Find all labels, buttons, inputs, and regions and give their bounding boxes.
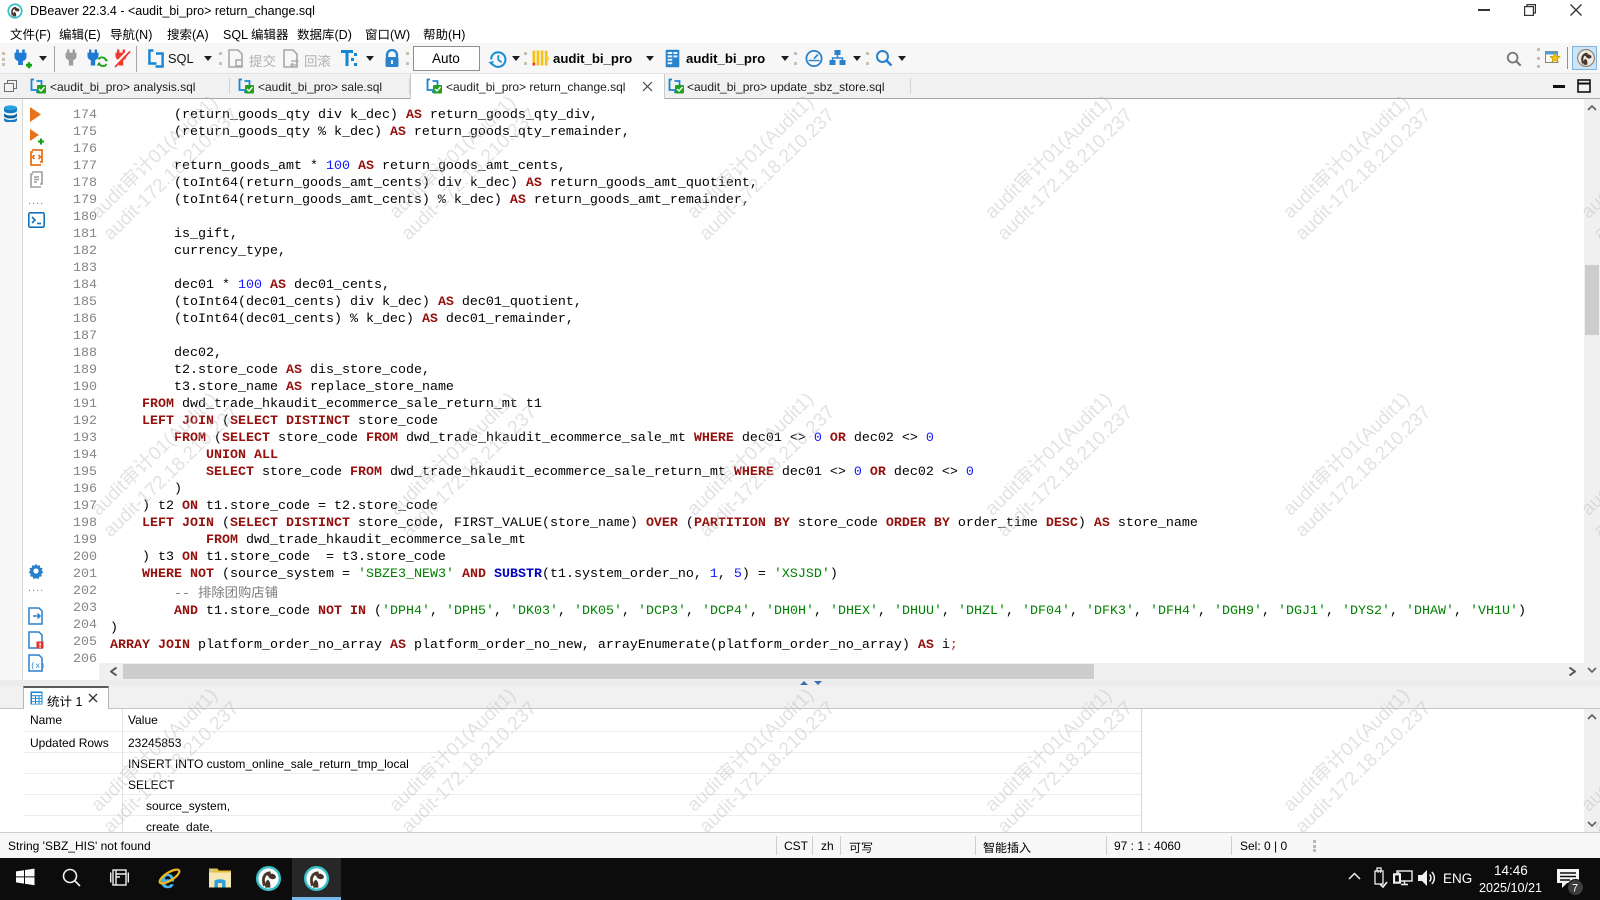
svg-text:(x): (x): [31, 662, 45, 671]
svg-text:7: 7: [1572, 883, 1578, 895]
